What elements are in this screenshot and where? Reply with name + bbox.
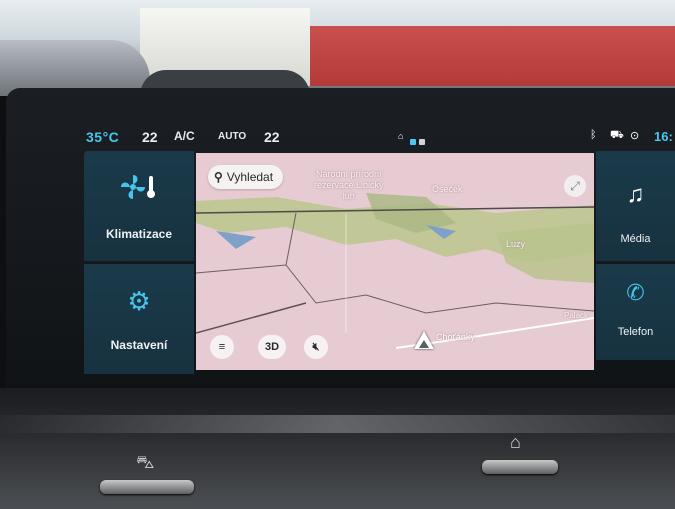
background-red-building (310, 26, 675, 86)
search-icon: ⚲ (214, 170, 223, 184)
page-dot-active (410, 138, 416, 145)
car-status-icon: ⛟ (610, 129, 624, 141)
menu-button[interactable]: ≡ (210, 335, 234, 359)
car-icon: ⛍ (136, 452, 155, 472)
home-icon: ⌂ (510, 432, 521, 452)
tile-label: Telefon (617, 326, 654, 338)
position-arrow-shadow (419, 340, 429, 348)
menu-icon: ≡ (218, 341, 226, 353)
map-label-palack: Palack (564, 311, 589, 320)
map-label-line: rezervace Libický (314, 180, 384, 190)
3d-button[interactable]: 3D (258, 335, 286, 359)
ac-button[interactable]: A/C (174, 129, 195, 143)
phone-icon: ✆ (626, 280, 645, 305)
map-label-osecek: Osečék (432, 184, 463, 194)
hardware-car-button[interactable] (100, 480, 194, 494)
map-label-rezervace: Národní přírodní rezervace Libický luh (314, 169, 384, 202)
map-label-line: Národní přírodní (315, 169, 382, 179)
clock: 16: (654, 129, 673, 144)
map-label-line: luh (342, 191, 355, 201)
tile-label: Klimatizace (105, 227, 173, 241)
bluetooth-icon: ᛒ (590, 129, 597, 141)
tile-label: Média (620, 233, 651, 245)
navigation-map[interactable]: ⚲ Vyhledat Národní přírodní rezervace Lib… (196, 153, 594, 370)
tile-telefon[interactable]: ✆ Telefon (596, 264, 675, 360)
map-label-cholanky: Choťánky (436, 332, 475, 342)
tile-media[interactable]: ♫ Média (596, 151, 675, 261)
expand-icon[interactable]: ⤢ (564, 175, 586, 197)
page-indicator[interactable] (410, 133, 428, 148)
page-dot (419, 138, 425, 145)
driver-temperature[interactable]: 22 (142, 129, 158, 145)
tile-label: Nastavení (110, 338, 168, 352)
search-label: Vyhledat (226, 170, 274, 184)
passenger-temperature[interactable]: 22 (264, 129, 280, 145)
music-note-icon: ♫ (626, 181, 645, 208)
location-icon: ⊙ (630, 130, 640, 142)
hardware-home-button[interactable] (482, 460, 558, 474)
status-bar: 35°C 22 A/C AUTO 22 ⌂ ᛒ ⛟ ⊙ 16: (80, 126, 675, 148)
mute-button[interactable]: 🔇︎ (304, 335, 328, 359)
map-label-luzy: Luzy (506, 239, 526, 249)
outside-temperature: 35°C (86, 129, 120, 145)
tile-klimatizace[interactable]: Klimatizace (84, 151, 194, 261)
gear-icon: ⚙ (127, 286, 151, 316)
auto-climate-button[interactable]: AUTO (218, 131, 246, 142)
dashboard-trim (0, 415, 675, 433)
home-page-icon: ⌂ (398, 131, 404, 141)
search-button[interactable]: ⚲ Vyhledat (208, 165, 284, 189)
tile-nastaveni[interactable]: ⚙ Nastavení (84, 264, 194, 374)
climate-icon (84, 173, 194, 208)
mute-icon: 🔇︎ (312, 341, 320, 353)
